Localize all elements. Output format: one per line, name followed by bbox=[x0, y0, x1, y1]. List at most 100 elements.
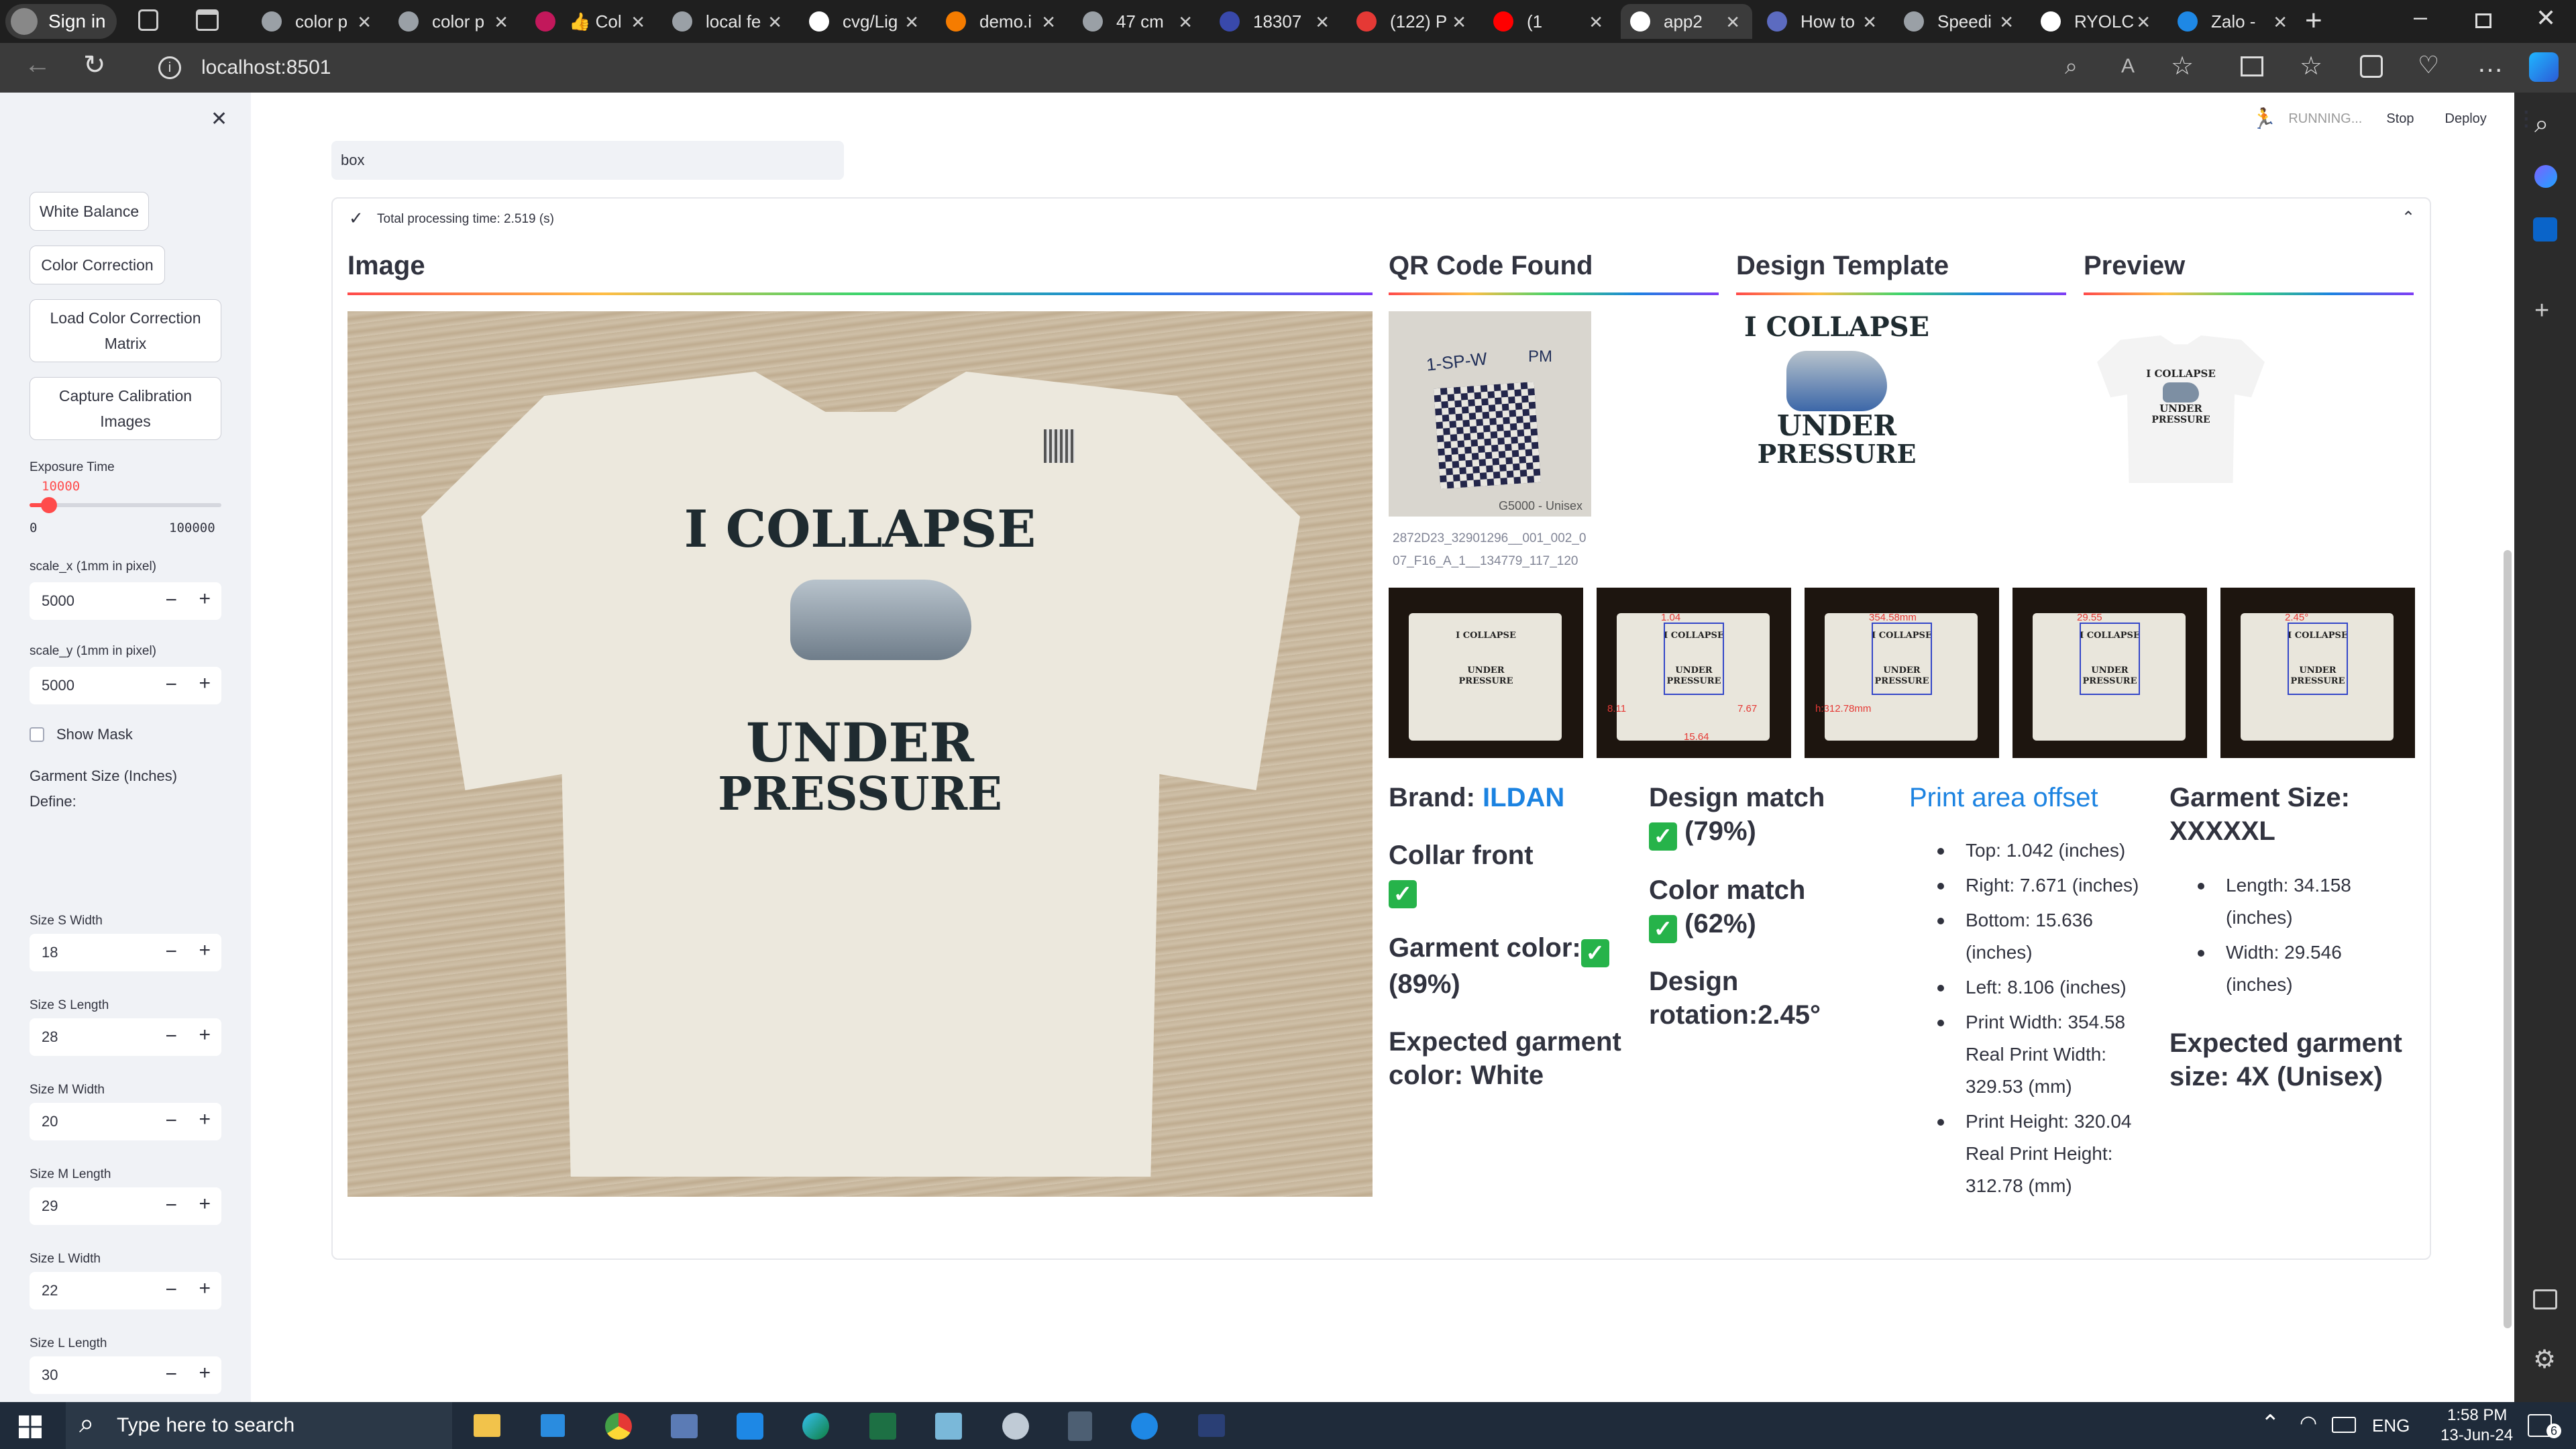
page-scrollbar[interactable] bbox=[2504, 550, 2512, 1328]
capture-calibration-images-button[interactable]: Capture Calibration Images bbox=[30, 377, 221, 440]
app-icon[interactable] bbox=[671, 1414, 698, 1438]
tab-close-icon[interactable]: ✕ bbox=[1452, 12, 1466, 33]
tab-close-icon[interactable]: ✕ bbox=[1041, 12, 1056, 33]
keyboard-icon[interactable] bbox=[2332, 1417, 2356, 1433]
color-correction-button[interactable]: Color Correction bbox=[30, 246, 165, 284]
browser-tab[interactable]: color p ✕ bbox=[389, 4, 521, 39]
collections-icon[interactable] bbox=[2360, 55, 2383, 78]
zoom-icon[interactable]: ⌕ bbox=[2065, 54, 2078, 80]
tab-close-icon[interactable]: ✕ bbox=[2273, 12, 2288, 33]
url-field[interactable]: i localhost:8501 bbox=[150, 48, 2082, 87]
excel-icon[interactable] bbox=[869, 1413, 896, 1440]
browser-essentials-icon[interactable]: ♡ bbox=[2418, 51, 2439, 79]
add-icon[interactable]: + bbox=[2534, 297, 2549, 325]
browser-tab[interactable]: (1 ✕ bbox=[1484, 4, 1615, 39]
tab-close-icon[interactable]: ✕ bbox=[494, 12, 508, 33]
browser-tab[interactable]: demo.i ✕ bbox=[936, 4, 1068, 39]
minus-icon[interactable]: − bbox=[165, 1110, 177, 1132]
chrome-icon[interactable] bbox=[605, 1413, 632, 1440]
tab-close-icon[interactable]: ✕ bbox=[1315, 12, 1330, 33]
favorites-icon[interactable]: ☆ bbox=[2300, 51, 2322, 81]
split-screen-icon[interactable] bbox=[2241, 56, 2263, 76]
tab-close-icon[interactable]: ✕ bbox=[1178, 12, 1193, 33]
start-icon[interactable] bbox=[19, 1415, 42, 1438]
close-sidebar-icon[interactable]: ✕ bbox=[211, 107, 227, 131]
browser-tab[interactable]: How to ✕ bbox=[1758, 4, 1889, 39]
profile-button[interactable]: Sign in bbox=[5, 4, 117, 39]
tab-close-icon[interactable]: ✕ bbox=[1862, 12, 1877, 33]
minus-icon[interactable]: − bbox=[165, 674, 177, 696]
expander-header[interactable]: ✓ Total processing time: 2.519 (s) ⌃ bbox=[333, 199, 2430, 241]
outlook-icon[interactable] bbox=[2533, 217, 2557, 241]
plus-icon[interactable]: + bbox=[199, 1108, 211, 1131]
settings-icon[interactable]: ⚙ bbox=[2533, 1344, 2556, 1375]
site-info-icon[interactable]: i bbox=[158, 56, 181, 79]
load-color-correction-matrix-button[interactable]: Load Color Correction Matrix bbox=[30, 299, 221, 362]
size-field-input[interactable]: 29 − + bbox=[30, 1187, 221, 1225]
show-mask-checkbox[interactable] bbox=[30, 727, 44, 742]
exposure-slider[interactable] bbox=[30, 497, 221, 513]
browser-tab[interactable]: 47 cm ✕ bbox=[1073, 4, 1205, 39]
new-tab-icon[interactable]: + bbox=[2305, 4, 2322, 38]
stop-button[interactable]: Stop bbox=[2386, 111, 2414, 127]
tab-close-icon[interactable]: ✕ bbox=[1999, 12, 2014, 33]
browser-tab[interactable]: color p ✕ bbox=[252, 4, 384, 39]
search-input[interactable]: box bbox=[331, 141, 844, 180]
tab-actions-icon[interactable] bbox=[196, 9, 219, 31]
minus-icon[interactable]: − bbox=[165, 1363, 177, 1386]
store-icon[interactable] bbox=[541, 1414, 565, 1437]
clock-time[interactable]: 1:58 PM bbox=[2447, 1406, 2507, 1425]
more-icon[interactable]: … bbox=[2477, 48, 2504, 78]
edge-icon[interactable] bbox=[802, 1413, 829, 1440]
browser-tab[interactable]: 👍 Col ✕ bbox=[526, 4, 657, 39]
screenshot-icon[interactable] bbox=[2533, 1289, 2557, 1309]
copilot-side-icon[interactable] bbox=[2534, 165, 2557, 188]
tray-chevron-icon[interactable]: ⌃ bbox=[2261, 1410, 2280, 1437]
tab-close-icon[interactable]: ✕ bbox=[767, 12, 782, 33]
plus-icon[interactable]: + bbox=[199, 672, 211, 695]
browser-tab[interactable]: (122) P ✕ bbox=[1347, 4, 1479, 39]
workspaces-icon[interactable] bbox=[138, 9, 158, 31]
browser-tab[interactable]: 18307 ✕ bbox=[1210, 4, 1342, 39]
close-window-icon[interactable]: ✕ bbox=[2536, 4, 2556, 32]
browser-tab[interactable]: Speedi ✕ bbox=[1894, 4, 2026, 39]
deploy-button[interactable]: Deploy bbox=[2445, 111, 2487, 127]
minus-icon[interactable]: − bbox=[165, 1194, 177, 1217]
minus-icon[interactable]: − bbox=[165, 1279, 177, 1301]
minus-icon[interactable]: − bbox=[165, 941, 177, 963]
tab-close-icon[interactable]: ✕ bbox=[1589, 12, 1603, 33]
copilot-icon[interactable] bbox=[2529, 52, 2559, 82]
size-field-input[interactable]: 18 − + bbox=[30, 934, 221, 971]
browser-tab[interactable]: Zalo - ✕ bbox=[2168, 4, 2300, 39]
scale-x-input[interactable]: 5000 − + bbox=[30, 582, 221, 620]
browser-tab[interactable]: local fe ✕ bbox=[663, 4, 794, 39]
main-menu-icon[interactable]: ⋮ bbox=[2516, 107, 2536, 131]
scale-y-input[interactable]: 5000 − + bbox=[30, 667, 221, 704]
size-field-input[interactable]: 20 − + bbox=[30, 1103, 221, 1140]
language-indicator[interactable]: ENG bbox=[2372, 1415, 2410, 1436]
file-explorer-icon[interactable] bbox=[474, 1414, 500, 1437]
size-field-input[interactable]: 22 − + bbox=[30, 1272, 221, 1309]
tab-close-icon[interactable]: ✕ bbox=[631, 12, 645, 33]
calculator-icon[interactable] bbox=[1068, 1411, 1092, 1441]
tab-close-icon[interactable]: ✕ bbox=[357, 12, 372, 33]
chevron-up-icon[interactable]: ⌃ bbox=[2402, 208, 2415, 227]
tab-close-icon[interactable]: ✕ bbox=[1725, 12, 1740, 33]
back-icon[interactable]: ← bbox=[24, 50, 51, 80]
plus-icon[interactable]: + bbox=[199, 1362, 211, 1385]
media-icon[interactable] bbox=[1198, 1414, 1225, 1437]
paint-icon[interactable] bbox=[1002, 1413, 1029, 1440]
zalo-icon[interactable] bbox=[1131, 1413, 1158, 1440]
browser-tab[interactable]: app2 ✕ bbox=[1621, 4, 1752, 39]
minus-icon[interactable]: − bbox=[165, 1025, 177, 1048]
plus-icon[interactable]: + bbox=[199, 1024, 211, 1046]
restore-icon[interactable] bbox=[2475, 13, 2491, 28]
size-field-input[interactable]: 28 − + bbox=[30, 1018, 221, 1056]
plus-icon[interactable]: + bbox=[199, 1193, 211, 1216]
plus-icon[interactable]: + bbox=[199, 939, 211, 962]
favorite-icon[interactable]: ☆ bbox=[2171, 51, 2194, 81]
refresh-icon[interactable]: ↻ bbox=[83, 50, 106, 80]
read-aloud-icon[interactable]: A bbox=[2121, 55, 2135, 78]
plus-icon[interactable]: + bbox=[199, 588, 211, 610]
notepad-icon[interactable] bbox=[935, 1413, 962, 1440]
